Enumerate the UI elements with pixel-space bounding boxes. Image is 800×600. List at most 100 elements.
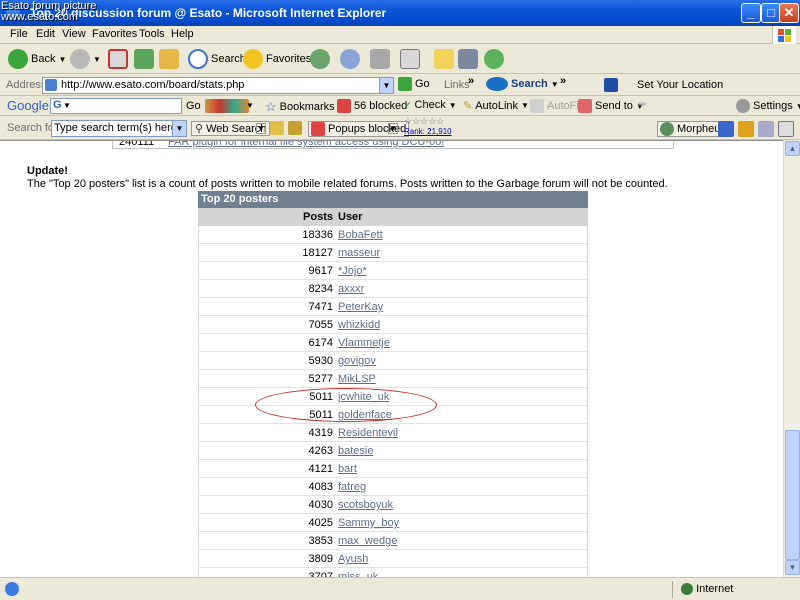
poster-user-link[interactable]: *Jojo*	[338, 265, 367, 277]
back-button[interactable]: Back ▼	[8, 49, 66, 69]
web-search-dropdown-icon[interactable]: ▼	[256, 123, 266, 134]
poster-user-link[interactable]: Ayush	[338, 553, 368, 565]
poster-user-link[interactable]: govigov	[338, 355, 376, 367]
google-go-button[interactable]: Go	[186, 100, 201, 112]
poster-user-link[interactable]: BobaFett	[338, 229, 383, 241]
partial-row-link[interactable]: FAR plugin for internal file system acce…	[168, 141, 444, 148]
set-location-link[interactable]: Set Your Location	[637, 79, 723, 91]
autolink-button[interactable]: ✎ AutoLink ▼	[463, 99, 529, 113]
poster-post-count: 4263	[308, 445, 333, 457]
forward-button[interactable]: ▼	[70, 49, 101, 69]
folder-icon[interactable]	[434, 49, 454, 69]
top-posters-header: Posts User	[198, 208, 588, 226]
search-toolbar: Search for Type search term(s) here ▼ ⚲ …	[0, 116, 800, 140]
menu-tools[interactable]: Tools	[139, 28, 165, 40]
stop-icon[interactable]	[108, 49, 128, 69]
poster-user-link[interactable]: masseur	[338, 247, 380, 259]
poster-user-link[interactable]: bart	[338, 463, 357, 475]
google-icons-group[interactable]	[205, 99, 249, 113]
address-dropdown-icon[interactable]: ▼	[379, 78, 393, 93]
edit-icon[interactable]	[400, 49, 420, 69]
highlight-icon[interactable]	[270, 121, 284, 135]
favorites-button[interactable]: Favorites	[243, 49, 311, 69]
search-term-input[interactable]: Type search term(s) here ▼	[51, 120, 187, 137]
poster-user-link[interactable]: PeterKay	[338, 301, 383, 313]
menu-favorites[interactable]: Favorites	[92, 28, 137, 40]
twc-icon	[604, 78, 618, 92]
scroll-thumb[interactable]	[785, 430, 800, 560]
morpheus-icon	[660, 122, 674, 136]
google-dropdown-icon-2[interactable]: ▼	[246, 101, 254, 110]
poster-user-link[interactable]: max_wedge	[338, 535, 397, 547]
scroll-up-button[interactable]: ▲	[785, 141, 800, 156]
rank-link[interactable]: Rank: 21,910	[404, 127, 452, 136]
mail-icon[interactable]	[340, 49, 360, 69]
popup-blocked-button[interactable]: 56 blocked	[337, 99, 407, 113]
toolbar-help-icon[interactable]	[778, 121, 794, 137]
poster-post-count: 5277	[308, 373, 333, 385]
poster-row: 9617 *Jojo*	[198, 262, 588, 280]
links-label[interactable]: Links	[444, 79, 470, 91]
autofill-button[interactable]: AutoFill	[530, 99, 584, 113]
star-icon	[243, 49, 263, 69]
toolbar-shield-icon[interactable]	[738, 121, 754, 137]
minimize-button[interactable]: _	[741, 3, 761, 23]
marker-icon[interactable]	[288, 121, 302, 135]
search-dropdown-icon[interactable]: ▼	[172, 121, 186, 136]
google-logo[interactable]: Google	[7, 98, 49, 113]
address-input[interactable]: http://www.esato.com/board/stats.php ▼	[42, 77, 394, 94]
vertical-scrollbar[interactable]: ▲ ▼	[783, 140, 800, 577]
poster-user-link[interactable]: Vlammetje	[338, 337, 390, 349]
page-content: 240111 FAR plugin for internal file syst…	[0, 140, 783, 577]
google-dropdown-icon[interactable]: ▼	[63, 101, 71, 110]
bookmarks-button[interactable]: ☆ Bookmarks▼	[265, 99, 346, 115]
poster-user-link[interactable]: scotsboyuk	[338, 499, 393, 511]
toolbar-lock-icon[interactable]	[758, 121, 774, 137]
poster-user-link[interactable]: Residentevil	[338, 427, 398, 439]
google-toolbar: Google G ▼ Go ▼ ☆ Bookmarks▼ 56 blocked …	[0, 96, 800, 116]
print-icon[interactable]	[370, 49, 390, 69]
maximize-button[interactable]: □	[761, 3, 781, 23]
menu-view[interactable]: View	[62, 28, 86, 40]
spellcheck-button[interactable]: ✓ Check ▼	[404, 99, 457, 111]
mysearch-button[interactable]: Search ▼	[486, 77, 559, 91]
history-icon[interactable]	[310, 49, 330, 69]
poster-user-link[interactable]: Sammy_boy	[338, 517, 399, 529]
highlight-ellipse	[255, 388, 437, 422]
poster-user-link[interactable]: batesie	[338, 445, 373, 457]
poster-user-link[interactable]: axxxr	[338, 283, 364, 295]
web-search-icon: ⚲	[195, 123, 204, 135]
poster-user-link[interactable]: fatreg	[338, 481, 366, 493]
research-icon[interactable]	[458, 49, 478, 69]
home-icon[interactable]	[159, 49, 179, 69]
poster-user-link[interactable]: whizkidd	[338, 319, 380, 331]
rating-stars-icon: ☆☆☆☆☆	[404, 116, 445, 126]
poster-row: 18336 BobaFett	[198, 226, 588, 244]
menu-edit[interactable]: Edit	[36, 28, 55, 40]
menu-file[interactable]: File	[10, 28, 28, 40]
google-search-input[interactable]: G ▼	[50, 98, 182, 114]
toolbar-chevron-icon[interactable]: »	[560, 75, 566, 87]
messenger-icon[interactable]	[484, 49, 504, 69]
bookmarks-star-icon: ☆	[265, 99, 277, 114]
poster-post-count: 9617	[308, 265, 333, 277]
menu-help[interactable]: Help	[171, 28, 194, 40]
poster-post-count: 7471	[308, 301, 333, 313]
go-button[interactable]: Go	[398, 77, 430, 91]
standard-toolbar: Back ▼ ▼ Search Favorites	[0, 44, 800, 74]
pencil-icon[interactable]: ✏	[638, 98, 647, 111]
settings-button[interactable]: Settings ▼	[736, 99, 800, 113]
title-bar[interactable]: Top 20 discussion forum @ Esato - Micros…	[0, 0, 800, 26]
popups-dropdown-icon[interactable]: ▼	[388, 123, 398, 134]
page-status-icon	[5, 582, 19, 596]
send-to-button[interactable]: Send to ▼	[578, 99, 644, 113]
search-button[interactable]: Search	[188, 49, 246, 69]
links-chevron-icon[interactable]: »	[468, 75, 474, 87]
close-button[interactable]: ✕	[779, 3, 799, 23]
refresh-icon[interactable]	[134, 49, 154, 69]
poster-row: 4083 fatreg	[198, 478, 588, 496]
scroll-down-button[interactable]: ▼	[785, 560, 800, 575]
poster-row: 3853 max_wedge	[198, 532, 588, 550]
toolbar-x-icon[interactable]	[718, 121, 734, 137]
poster-user-link[interactable]: MikLSP	[338, 373, 376, 385]
